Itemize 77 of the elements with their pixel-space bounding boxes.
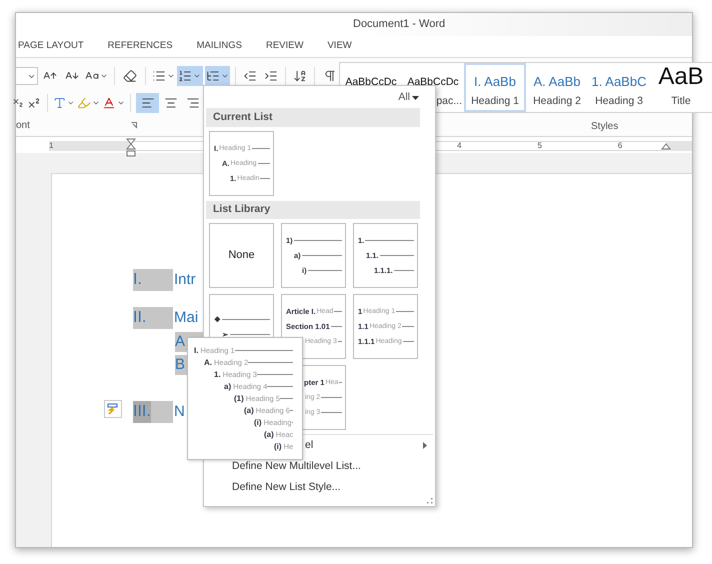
heading-text: Intr (174, 270, 196, 290)
eraser-icon (122, 69, 137, 83)
section-header: Current List (206, 108, 420, 127)
style-preview: A. AaBb (534, 72, 580, 90)
window-title: Document1 - Word (353, 17, 446, 32)
ribbon-tab[interactable]: REFERENCES (108, 39, 173, 54)
heading-number: I. (133, 269, 173, 291)
caret-icon (67, 99, 75, 107)
list-number: (a) (244, 406, 254, 416)
style-option[interactable]: A. AaBb Heading 2 (526, 63, 588, 112)
list-number: (1) (234, 394, 244, 404)
ruler-number: 6 (618, 142, 622, 150)
style-preview: AaB (658, 65, 704, 91)
group-label: ont (16, 119, 30, 133)
style-preview: I. AaBb (474, 72, 516, 90)
text-effects-icon (53, 96, 66, 110)
multilevel-button[interactable] (204, 66, 230, 86)
subscript-icon (12, 96, 24, 110)
list-number: (i) (274, 442, 282, 452)
ruler-number: 1 (49, 141, 54, 151)
list-number: A. (204, 358, 212, 368)
list-number: a) (224, 382, 232, 392)
heading-text: Mai (174, 308, 198, 328)
ruler-number: 5 (537, 142, 542, 150)
caret-icon (220, 72, 229, 80)
caret-icon (166, 72, 175, 80)
heading-text: N (174, 402, 185, 422)
caret-icon (117, 99, 125, 107)
caret-icon (193, 72, 202, 80)
submenu-arrow-icon (423, 442, 427, 449)
ribbon-tab[interactable]: MAILINGS (196, 39, 242, 54)
style-preview: 1. AaBbC (592, 72, 646, 90)
right-indent-marker-icon[interactable] (661, 143, 671, 150)
font-color-icon (102, 96, 116, 110)
ruler-number: 4 (457, 142, 462, 150)
align-left-icon (140, 96, 154, 110)
align-right-icon (186, 96, 200, 110)
ribbon-tab[interactable]: REVIEW (266, 39, 304, 54)
numbered-list-icon (178, 69, 192, 83)
menu-item[interactable]: Define New List Style... (204, 477, 435, 498)
style-option[interactable]: AaB Title (650, 63, 712, 112)
heading-number: II. (133, 307, 173, 329)
decrease-indent-icon (242, 69, 257, 83)
multilevel-list-icon (206, 69, 220, 83)
style-name: Heading 1 (471, 94, 519, 109)
style-name: Heading 2 (533, 94, 581, 109)
list-number: (i) (254, 418, 262, 428)
dialog-launcher-icon[interactable] (131, 122, 138, 129)
superscript-icon (27, 96, 41, 110)
resize-grip-icon[interactable] (427, 498, 433, 504)
style-option[interactable]: I. AaBb Heading 1 (464, 63, 526, 112)
increase-indent-icon (264, 69, 278, 83)
caret-icon (412, 96, 419, 100)
pilcrow-icon (322, 69, 337, 83)
list-number: 1. (214, 370, 221, 380)
sort-icon (293, 69, 308, 83)
align-center-icon (164, 96, 178, 110)
caret-icon (100, 72, 108, 80)
highlighter-icon (77, 96, 91, 110)
numbering-button[interactable] (177, 66, 202, 86)
ribbon-tab[interactable]: VIEW (327, 39, 352, 54)
style-name: Title (671, 94, 691, 109)
left-button[interactable] (136, 93, 159, 113)
section-header: List Library (206, 201, 420, 219)
menu-item[interactable]: Define New Multilevel List... (204, 456, 435, 477)
ribbon-tab[interactable]: PAGE LAYOUT (18, 39, 84, 54)
heading-number: III. (133, 401, 173, 423)
caret-icon (92, 99, 100, 107)
style-name: Heading 3 (595, 94, 643, 109)
style-option[interactable]: 1. AaBbC Heading 3 (588, 63, 650, 112)
list-number: (a) (264, 430, 274, 440)
filter-dropdown[interactable]: All (398, 90, 419, 106)
font-size-field[interactable] (16, 67, 38, 85)
paste-options-icon[interactable] (104, 400, 122, 418)
list-style-option[interactable]: None (209, 223, 274, 288)
group-label: Styles (591, 120, 618, 132)
indent-marker-icon[interactable] (126, 138, 136, 157)
